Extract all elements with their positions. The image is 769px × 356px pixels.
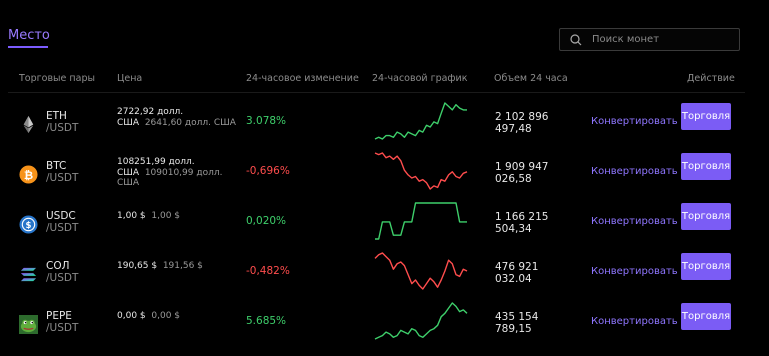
sparkline-line <box>374 102 467 140</box>
volume-line-2: 032.04 <box>495 273 532 285</box>
change-value: 5.685% <box>246 315 287 327</box>
table-row: ₿ BTC /USDT 108251,99 долл. США 109010,9… <box>0 152 769 206</box>
price-value: 190,65 $ <box>117 261 158 271</box>
pepe-icon <box>19 315 38 334</box>
change-value: -0,696% <box>246 165 290 177</box>
volume-line-2: 504,34 <box>495 223 532 235</box>
volume-value: 2 102 896 497,48 <box>495 111 575 135</box>
convert-link[interactable]: Конвертировать <box>591 166 678 177</box>
volume-value: 1 909 947 026,58 <box>495 161 575 185</box>
sparkline-chart <box>374 152 468 190</box>
price-original: 1,00 $ <box>151 211 181 221</box>
search-box[interactable] <box>559 28 740 51</box>
pair-quote: /USDT <box>46 172 79 184</box>
sparkline-chart <box>374 302 468 340</box>
sparkline-line <box>374 302 468 340</box>
sparkline-line <box>375 202 467 240</box>
table-row: СОЛ /USDT 190,65 $ 191,56 $ -0,482% 476 … <box>0 252 769 306</box>
volume-value: 435 154 789,15 <box>495 311 575 335</box>
table-row: ETH /USDT 2722,92 долл. США 2641,60 долл… <box>0 102 769 156</box>
pair-symbol: PEPE <box>46 310 72 322</box>
tab-active-underline <box>8 46 48 48</box>
convert-link[interactable]: Конвертировать <box>591 316 678 327</box>
pair-quote: /USDT <box>46 122 79 134</box>
pair-quote: /USDT <box>46 322 79 334</box>
price-original: 2641,60 долл. США <box>144 117 236 128</box>
volume-value: 1 166 215 504,34 <box>495 211 575 235</box>
volume-line-1: 1 909 947 <box>495 161 549 173</box>
price-value: 1,00 $ <box>117 211 146 221</box>
price-cell: 1,00 $ 1,00 $ <box>117 211 247 222</box>
svg-text:₿: ₿ <box>24 168 33 182</box>
price-value: 0,00 $ <box>117 311 146 321</box>
table-row: PEPE /USDT 0,00 $ 0,00 $ 5.685% 435 154 7… <box>0 302 769 356</box>
price-original: 0,00 $ <box>151 311 181 321</box>
header-price: Цена <box>117 73 143 84</box>
volume-line-1: 476 921 <box>495 261 539 273</box>
usdc-icon: $ <box>19 215 38 234</box>
price-cell: 190,65 $ 191,56 $ <box>117 261 247 272</box>
price-cell: 2722,92 долл. США 2641,60 долл. США <box>117 107 247 128</box>
header-volume: Объем 24 часа <box>494 73 568 84</box>
sparkline-line <box>374 252 468 290</box>
sparkline-chart <box>374 252 468 290</box>
header-chart: 24-часовой график <box>372 73 468 84</box>
bitcoin-icon: ₿ <box>19 165 38 184</box>
table-row: $ USDC /USDT 1,00 $ 1,00 $ 0,020% 1 166 … <box>0 202 769 256</box>
svg-text:$: $ <box>26 221 32 231</box>
header-action: Действие <box>687 73 735 84</box>
price-original: 191,56 $ <box>162 261 203 271</box>
price-cell: 0,00 $ 0,00 $ <box>117 311 247 322</box>
volume-line-1: 2 102 896 <box>495 111 549 123</box>
volume-value: 476 921 032.04 <box>495 261 575 285</box>
price-cell: 108251,99 долл. США 109010,99 долл. США <box>117 157 247 189</box>
trade-button[interactable]: Торговля <box>681 303 731 330</box>
sparkline-chart <box>374 102 467 140</box>
header-change: 24-часовое изменение <box>246 73 359 84</box>
pair-symbol: СОЛ <box>46 260 70 272</box>
trade-button[interactable]: Торговля <box>681 103 731 130</box>
header-divider <box>8 92 745 93</box>
pair-symbol: ETH <box>46 110 67 122</box>
pair-symbol: USDC <box>46 210 76 222</box>
change-value: -0,482% <box>246 265 290 277</box>
solana-icon <box>20 267 37 282</box>
volume-line-2: 026,58 <box>495 173 532 185</box>
convert-link[interactable]: Конвертировать <box>591 116 678 127</box>
sparkline-line <box>374 152 468 190</box>
trade-button[interactable]: Торговля <box>681 203 731 230</box>
convert-link[interactable]: Конвертировать <box>591 216 678 227</box>
sparkline-chart <box>375 202 467 240</box>
volume-line-1: 1 166 215 <box>495 211 549 223</box>
volume-line-2: 497,48 <box>495 123 532 135</box>
trade-button[interactable]: Торговля <box>681 253 731 280</box>
change-value: 3.078% <box>246 115 287 127</box>
convert-link[interactable]: Конвертировать <box>591 266 678 277</box>
trade-button[interactable]: Торговля <box>681 153 731 180</box>
pair-quote: /USDT <box>46 222 79 234</box>
search-input[interactable] <box>592 29 732 50</box>
search-icon <box>570 34 582 46</box>
pair-quote: /USDT <box>46 272 79 284</box>
volume-line-2: 789,15 <box>495 323 532 335</box>
ethereum-icon <box>23 115 34 134</box>
tab-spot[interactable]: Место <box>8 28 50 43</box>
header-pairs: Торговые пары <box>19 73 95 84</box>
volume-line-1: 435 154 <box>495 311 539 323</box>
pair-symbol: BTC <box>46 160 67 172</box>
change-value: 0,020% <box>246 215 287 227</box>
